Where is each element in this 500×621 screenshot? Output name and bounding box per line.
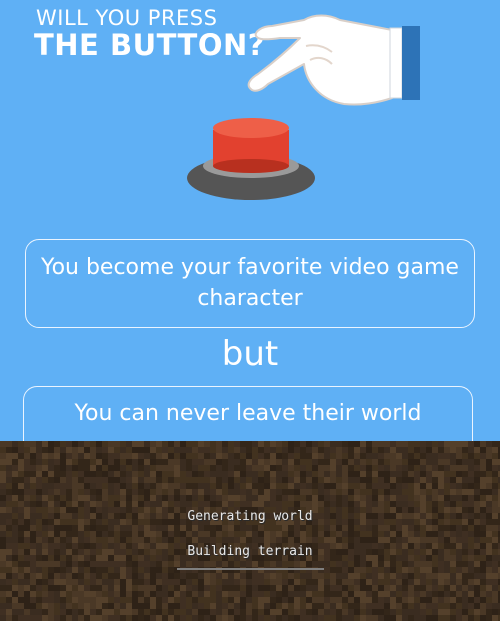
loading-progress-bar [177,568,324,570]
title-line-1: WILL YOU PRESS [36,6,218,30]
will-you-press-the-button-panel: WILL YOU PRESS THE BUTTON? You become yo… [0,0,500,441]
loading-task-text: Building terrain [187,544,313,559]
title-line-2: THE BUTTON? [34,28,266,62]
option-text-line-1: You become your favorite video game [41,255,459,280]
option-card[interactable]: You become your favorite video game char… [25,239,475,328]
consequence-text: You can never leave their world [74,401,422,426]
pointing-hand-icon [247,14,420,106]
dirt-background-texture [0,441,500,621]
conjunction-label: but [221,334,279,374]
loading-status-text: Generating world [187,509,313,524]
consequence-card[interactable]: You can never leave their world [23,386,473,441]
minecraft-loading-screen [0,441,500,621]
big-red-button-icon[interactable] [185,110,317,202]
option-text-line-2: character [197,286,303,311]
